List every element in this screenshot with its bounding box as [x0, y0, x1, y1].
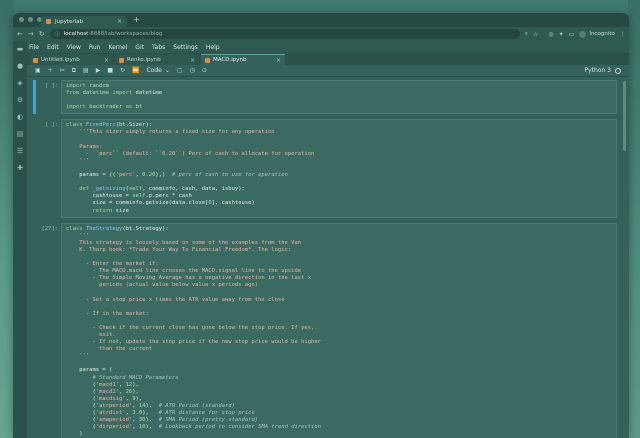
cell-type-value: Code: [146, 67, 162, 74]
menu-run[interactable]: Run: [89, 44, 101, 51]
tabs-icon[interactable]: ▤: [16, 130, 24, 138]
menu-view[interactable]: View: [67, 44, 81, 51]
code-cell[interactable]: [ ]: class FixedPerc(bt.Sizer): '''This …: [27, 119, 629, 218]
browser-tab-strip: Jupyterlab × +: [13, 13, 629, 27]
stop-icon[interactable]: ■: [107, 67, 113, 74]
code-cell[interactable]: [27]: class TheStrategy(bt.Strategy): ''…: [27, 222, 629, 438]
cell-prompt: [27]:: [41, 225, 58, 232]
git-diff-icon[interactable]: ◷: [190, 67, 195, 74]
info-icon[interactable]: ⓘ: [55, 31, 60, 38]
notebook-icon: [205, 57, 210, 63]
desktop-background-left: [0, 0, 14, 438]
close-tab-icon[interactable]: ×: [117, 18, 122, 25]
browser-tab-title: Jupyterlab: [55, 18, 84, 25]
cell-prompt: [ ]:: [44, 122, 58, 129]
new-tab-icon[interactable]: +: [133, 15, 140, 24]
back-arrow-icon[interactable]: ←: [17, 30, 23, 38]
bookmark-star-icon[interactable]: ☆: [533, 31, 538, 38]
incognito-label: Incognito: [589, 31, 615, 37]
sidebar-icon[interactable]: ▭: [569, 31, 575, 38]
tab-label: MACD.ipynb: [213, 57, 247, 63]
tab-macd[interactable]: MACD.ipynb ×: [201, 54, 285, 65]
reload-icon[interactable]: ↻: [39, 30, 45, 38]
main-area: File Edit View Run Kernel Git Tabs Setti…: [27, 41, 629, 438]
tab-label: Renko.ipynb: [127, 57, 161, 63]
cell-input[interactable]: import random from datetime import datet…: [61, 80, 617, 115]
jupyter-favicon-icon: [46, 19, 51, 24]
notebook-panel[interactable]: [ ]: import random from datetime import …: [27, 77, 629, 438]
search-icon[interactable]: ⌕: [525, 30, 528, 38]
run-icon[interactable]: ▶: [96, 67, 101, 74]
url-host: localhost: [63, 31, 89, 37]
tab-untitled[interactable]: Untitled.ipynb ×: [29, 54, 113, 65]
git-icon[interactable]: ◈: [16, 79, 24, 87]
paste-icon[interactable]: ▤: [83, 67, 89, 74]
kernel-indicator[interactable]: Python 3: [584, 67, 621, 74]
extension-icon-2[interactable]: ◎: [548, 31, 553, 38]
save-icon[interactable]: ▣: [35, 67, 41, 74]
active-cell-indicator: [33, 80, 36, 115]
forward-arrow-icon[interactable]: →: [28, 30, 34, 38]
close-icon[interactable]: ×: [104, 57, 109, 64]
tab-label: Untitled.ipynb: [41, 57, 80, 63]
incognito-avatar-icon: [579, 30, 587, 38]
browser-toolbar: ← → ↻ ⓘ localhost:8888/lab/workspaces/bl…: [13, 27, 629, 41]
desktop-background-right: [628, 0, 640, 438]
add-cell-icon[interactable]: +: [48, 67, 53, 74]
code-cell[interactable]: [ ]: import random from datetime import …: [27, 80, 629, 115]
url-path: :8888/lab/workspaces/blog: [88, 31, 163, 37]
notebook-toolbar: ▣ + ✂ ⧉ ▤ ▶ ■ ↻ ⏩ Code ⌄ ▢ ◷ ⊙ Python 3: [27, 65, 629, 77]
cell-prompt: [ ]:: [44, 83, 58, 89]
scrollbar[interactable]: [623, 81, 626, 151]
extensions-icon[interactable]: ✚: [16, 164, 24, 172]
toc-icon[interactable]: ☰: [16, 147, 24, 155]
menu-edit[interactable]: Edit: [47, 44, 59, 51]
document-tabs: Untitled.ipynb × Renko.ipynb × MACD.ipyn…: [27, 53, 629, 65]
restart-run-all-icon[interactable]: ⏩: [132, 67, 139, 74]
menu-help[interactable]: Help: [206, 44, 220, 51]
copy-icon[interactable]: ⧉: [72, 67, 76, 75]
menu-kernel[interactable]: Kernel: [108, 44, 127, 51]
window-controls: [19, 17, 42, 22]
cut-icon[interactable]: ✂: [60, 67, 65, 74]
menu-bar: File Edit View Run Kernel Git Tabs Setti…: [27, 41, 629, 53]
running-icon[interactable]: ●: [16, 62, 24, 70]
folder-icon[interactable]: ▬: [16, 45, 24, 53]
restart-icon[interactable]: ↻: [120, 67, 125, 74]
menu-git[interactable]: Git: [135, 44, 144, 51]
close-icon[interactable]: ×: [276, 57, 281, 64]
menu-file[interactable]: File: [29, 44, 39, 51]
cell-input[interactable]: class FixedPerc(bt.Sizer): '''This sizer…: [61, 119, 617, 218]
close-window-button[interactable]: [19, 17, 24, 22]
kernel-status-icon: [615, 67, 621, 74]
minimize-window-button[interactable]: [28, 17, 33, 22]
chevron-down-icon: ⌄: [164, 67, 170, 74]
browser-window: Jupyterlab × + ← → ↻ ⓘ localhost:8888/la…: [13, 13, 629, 438]
jupyterlab-app: ▬ ● ◈ ⚙ ◐ ▤ ☰ ✚ File Edit View Run Kerne…: [13, 41, 629, 438]
notebook-icon: [119, 57, 124, 63]
clock-icon[interactable]: ⊙: [202, 67, 207, 74]
puzzle-extensions-icon[interactable]: ✦: [559, 31, 564, 38]
incognito-indicator[interactable]: Incognito: [579, 30, 615, 38]
menu-settings[interactable]: Settings: [173, 44, 198, 51]
cell-input[interactable]: class TheStrategy(bt.Strategy): ''' This…: [61, 222, 617, 438]
commands-icon[interactable]: ⚙: [16, 96, 24, 104]
left-sidebar: ▬ ● ◈ ⚙ ◐ ▤ ☰ ✚: [13, 41, 27, 438]
notebook-icon: [33, 57, 38, 63]
tab-renko[interactable]: Renko.ipynb ×: [115, 54, 199, 65]
property-inspector-icon[interactable]: ◐: [16, 113, 24, 121]
kernel-name: Python 3: [584, 67, 611, 74]
close-icon[interactable]: ×: [190, 57, 195, 64]
cell-type-select[interactable]: Code ⌄: [147, 67, 170, 74]
terminal-icon[interactable]: ▢: [177, 67, 183, 74]
menu-tabs[interactable]: Tabs: [152, 44, 165, 51]
browser-tab[interactable]: Jupyterlab ×: [41, 16, 127, 27]
address-bar[interactable]: ⓘ localhost:8888/lab/workspaces/blog: [49, 29, 520, 39]
browser-menu-icon[interactable]: ⋮: [620, 31, 626, 38]
